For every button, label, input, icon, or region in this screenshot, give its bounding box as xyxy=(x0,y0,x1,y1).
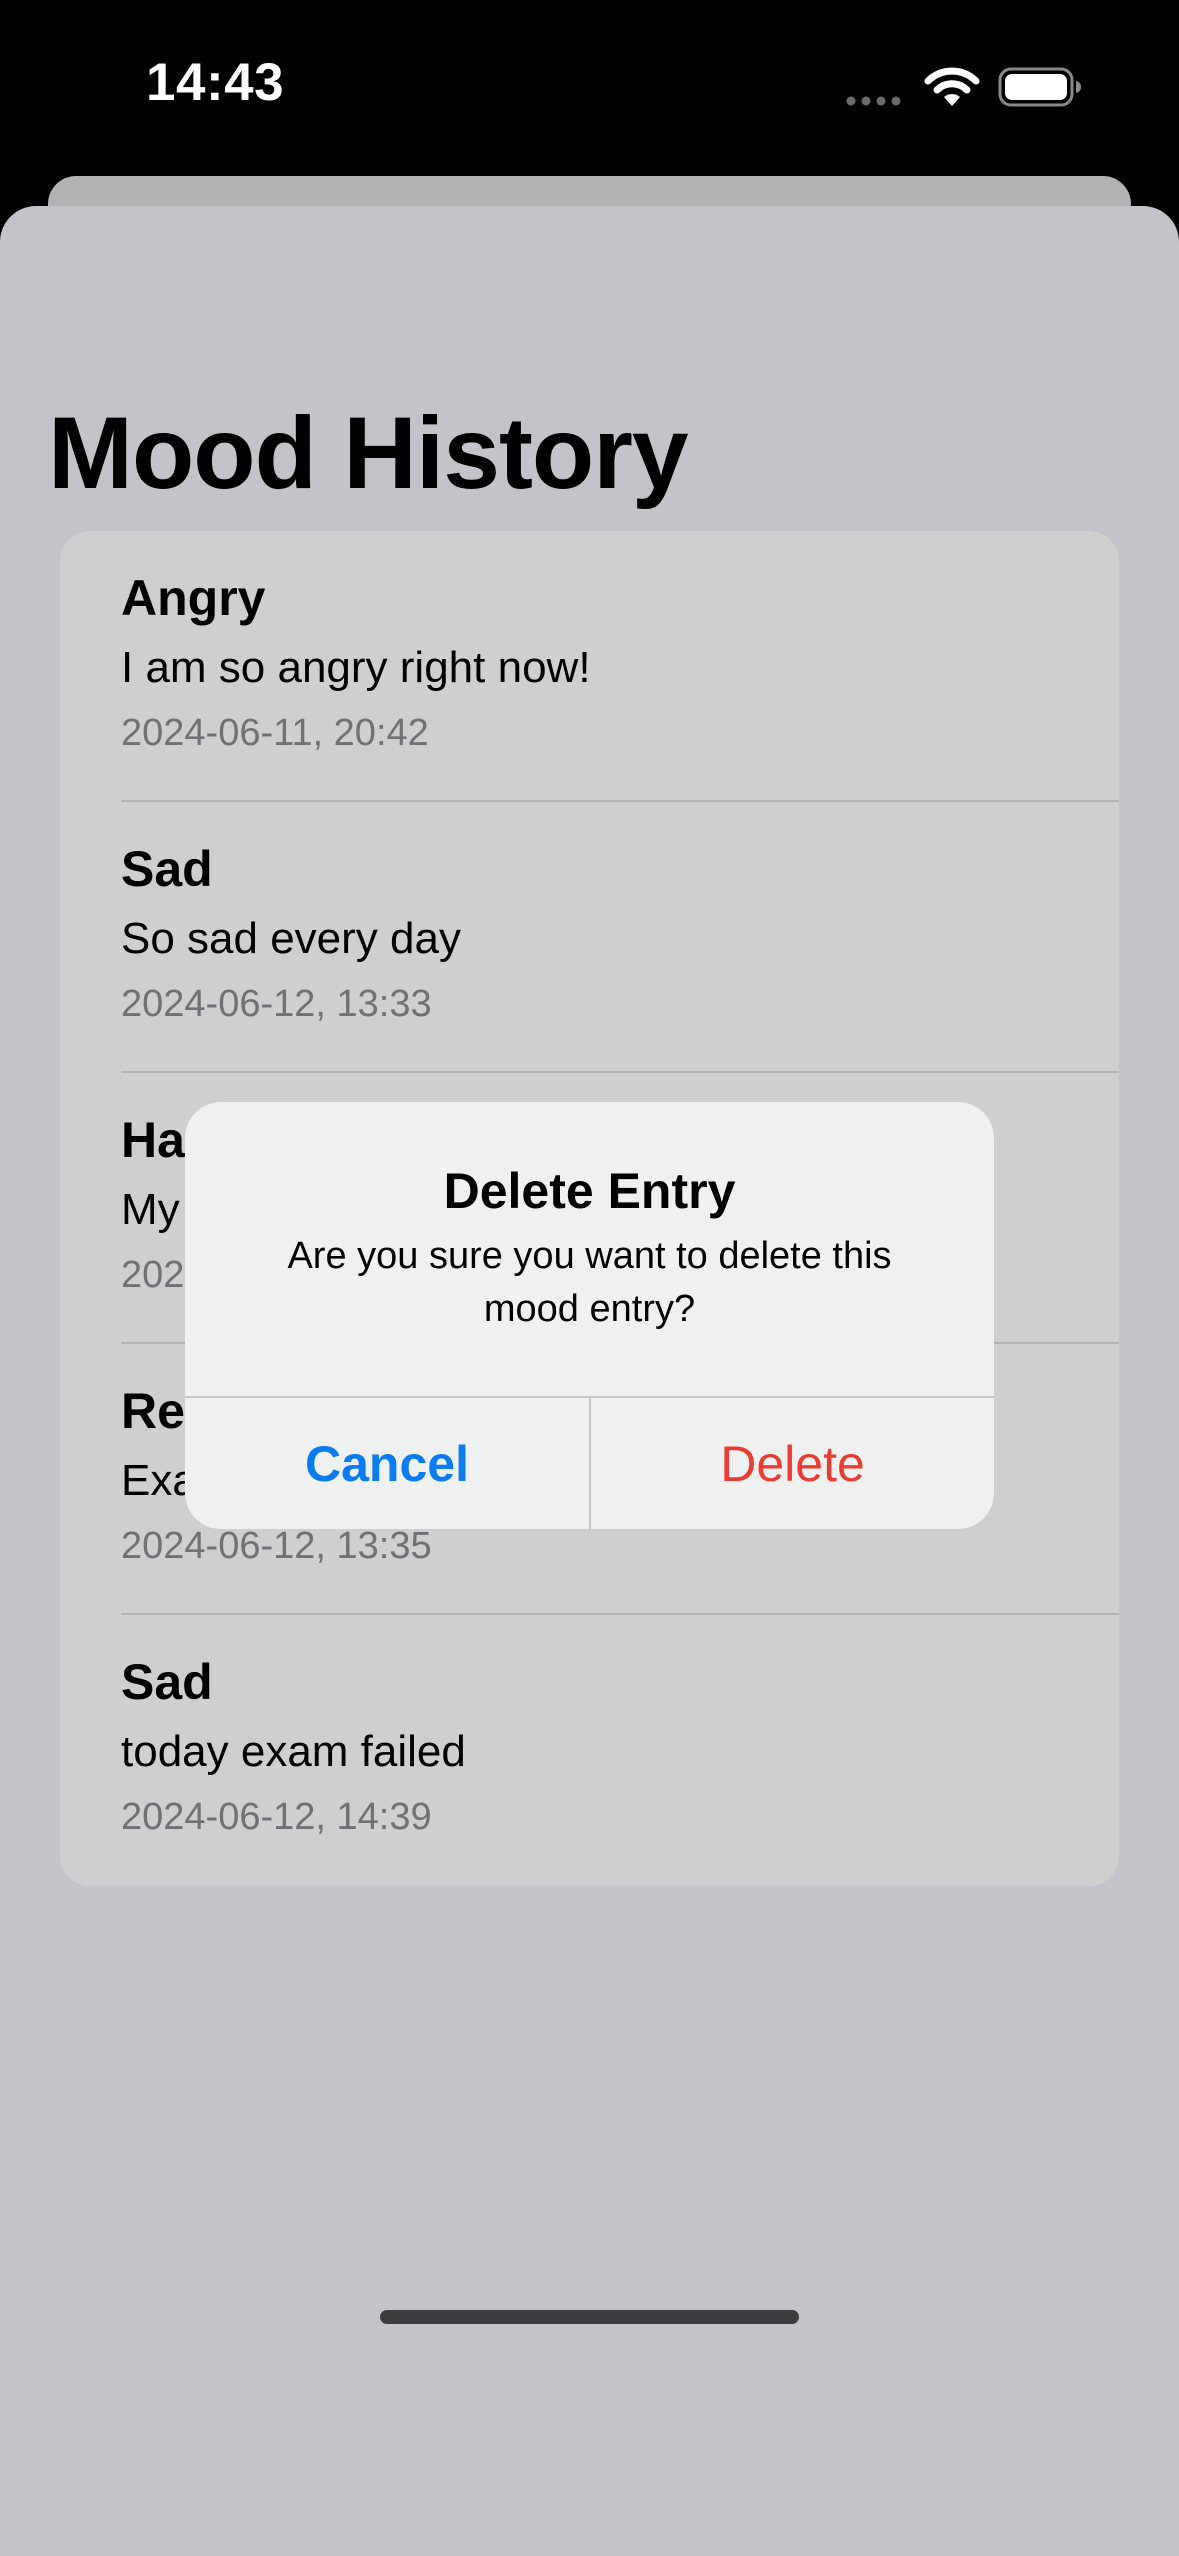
entry-date: 202 xyxy=(121,1254,185,1296)
delete-entry-alert: Delete Entry Are you sure you want to de… xyxy=(185,1102,994,1529)
entry-note: My xyxy=(121,1185,180,1234)
home-indicator[interactable] xyxy=(380,2310,799,2324)
list-item[interactable]: Sad today exam failed 2024-06-12, 14:39 xyxy=(60,1615,1119,1886)
entry-mood: Sad xyxy=(121,1654,213,1710)
entry-note: today exam failed xyxy=(121,1727,466,1776)
entry-mood: Re xyxy=(121,1383,185,1439)
entry-mood: Ha xyxy=(121,1112,185,1168)
status-bar: 14:43 xyxy=(0,0,1179,175)
status-time: 14:43 xyxy=(146,53,285,112)
alert-title: Delete Entry xyxy=(443,1163,736,1219)
list-item[interactable]: Sad So sad every day 2024-06-12, 13:33 xyxy=(60,802,1119,1073)
entry-date: 2024-06-11, 20:42 xyxy=(121,712,429,754)
entry-mood: Angry xyxy=(121,570,266,626)
entry-mood: Sad xyxy=(121,841,213,897)
alert-message: Are you sure you want to delete this moo… xyxy=(287,1235,892,1330)
entry-note: So sad every day xyxy=(121,914,461,963)
entry-date: 2024-06-12, 13:35 xyxy=(121,1525,432,1567)
wifi-icon xyxy=(924,67,980,106)
entry-date: 2024-06-12, 14:39 xyxy=(121,1796,432,1838)
battery-icon xyxy=(998,67,1081,107)
entry-date: 2024-06-12, 13:33 xyxy=(121,983,432,1025)
delete-button[interactable]: Delete xyxy=(591,1398,994,1529)
list-item[interactable]: Angry I am so angry right now! 2024-06-1… xyxy=(60,531,1119,802)
entry-note: I am so angry right now! xyxy=(121,643,591,692)
cancel-button[interactable]: Cancel xyxy=(185,1398,589,1529)
cellular-signal-icon xyxy=(846,96,901,106)
page-title: Mood History xyxy=(48,396,689,510)
